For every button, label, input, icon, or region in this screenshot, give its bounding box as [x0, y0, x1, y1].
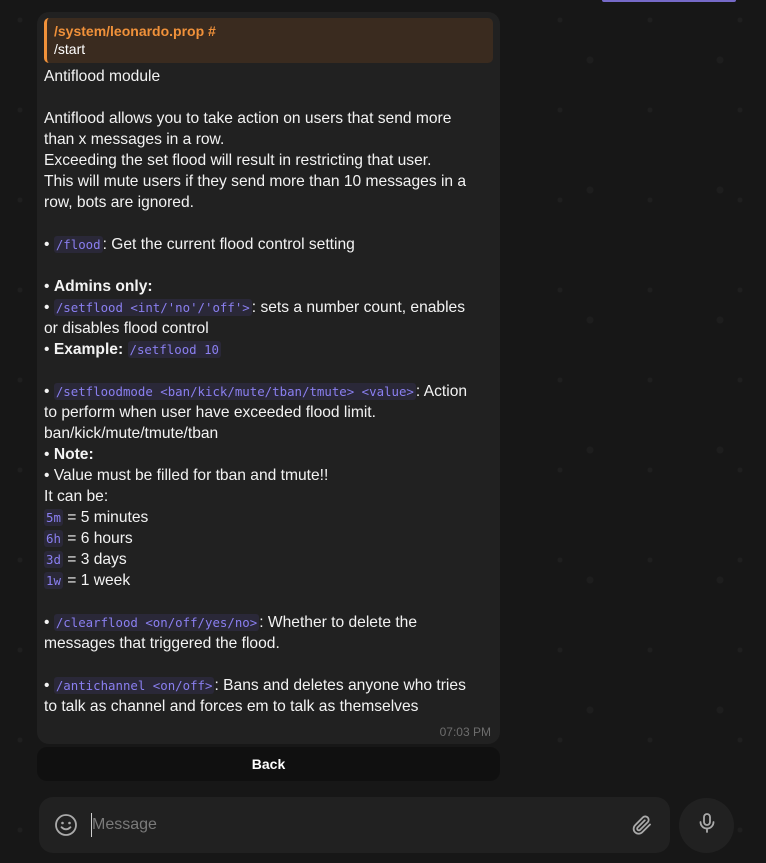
- intro-line: than x messages in a row.: [44, 131, 225, 148]
- duration-code[interactable]: 6h: [44, 530, 63, 547]
- duration-label: = 5 minutes: [67, 509, 149, 526]
- duration-code[interactable]: 5m: [44, 509, 63, 526]
- duration-label: = 3 days: [67, 551, 127, 568]
- setfloodmode-description: : Action: [415, 383, 468, 400]
- intro-line: row, bots are ignored.: [44, 194, 194, 211]
- bullet: •: [44, 299, 50, 316]
- note-text-item: • Value must be filled for tban and tmut…: [44, 465, 493, 486]
- paperclip-icon[interactable]: [630, 813, 654, 837]
- setflood-item: • /setflood <int/'no'/'off'>: sets a num…: [44, 297, 493, 318]
- message-title: Antiflood module: [44, 68, 161, 85]
- duration-label: = 1 week: [67, 572, 131, 589]
- duration-row: 5m = 5 minutes: [44, 507, 493, 528]
- message-time: 07:03 PM: [439, 725, 491, 739]
- reply-sender: /system/leonardo.prop #: [54, 23, 216, 39]
- note-label: Note:: [53, 446, 94, 463]
- duration-row: 3d = 3 days: [44, 549, 493, 570]
- bullet: •: [44, 278, 50, 295]
- setflood-description-cont: or disables flood control: [44, 320, 209, 337]
- duration-row: 6h = 6 hours: [44, 528, 493, 549]
- admins-only-label: Admins only:: [53, 278, 153, 295]
- flood-item: • /flood: Get the current flood control …: [44, 234, 493, 255]
- intro-line: This will mute users if they send more t…: [44, 173, 467, 190]
- setfloodmode-item: • /setfloodmode <ban/kick/mute/tban/tmut…: [44, 381, 493, 402]
- antichannel-item: • /antichannel <on/off>: Bans and delete…: [44, 675, 493, 696]
- back-button[interactable]: Back: [37, 747, 500, 781]
- bullet: •: [44, 341, 50, 358]
- bullet: •: [44, 614, 50, 631]
- setfloodmode-description-cont: to perform when user have exceeded flood…: [44, 404, 376, 421]
- message-text: Antiflood module Antiflood allows you to…: [44, 66, 493, 717]
- example-label: Example:: [53, 341, 124, 358]
- intro-line: Antiflood allows you to take action on u…: [44, 110, 452, 127]
- it-can-be: It can be:: [44, 488, 109, 505]
- duration-label: = 6 hours: [67, 530, 133, 547]
- bullet: •: [44, 446, 50, 463]
- message-input[interactable]: [91, 813, 612, 837]
- example-item: • Example: /setflood 10: [44, 339, 493, 360]
- bullet: •: [44, 467, 50, 484]
- setfloodmode-modes: ban/kick/mute/tmute/tban: [44, 425, 219, 442]
- note-text: Value must be filled for tban and tmute!…: [53, 467, 329, 484]
- clearflood-command[interactable]: /clearflood <on/off/yes/no>: [53, 614, 260, 631]
- microphone-button[interactable]: [679, 798, 734, 853]
- antichannel-description-cont: to talk as channel and forces em to talk…: [44, 698, 419, 715]
- intro-line: Exceeding the set flood will result in r…: [44, 152, 432, 169]
- duration-code[interactable]: 3d: [44, 551, 63, 568]
- antichannel-description: : Bans and deletes anyone who tries: [214, 677, 466, 694]
- antichannel-command[interactable]: /antichannel <on/off>: [53, 677, 215, 694]
- setflood-description: : sets a number count, enables: [251, 299, 466, 316]
- duration-code[interactable]: 1w: [44, 572, 63, 589]
- message-bubble: /system/leonardo.prop # /start Antiflood…: [37, 12, 500, 744]
- microphone-icon: [695, 811, 719, 840]
- setfloodmode-command[interactable]: /setfloodmode <ban/kick/mute/tban/tmute>…: [53, 383, 416, 400]
- clearflood-description: : Whether to delete the: [259, 614, 417, 631]
- bullet: •: [44, 383, 50, 400]
- admins-only-item: • Admins only:: [44, 276, 493, 297]
- setflood-command[interactable]: /setflood <int/'no'/'off'>: [53, 299, 252, 316]
- clearflood-item: • /clearflood <on/off/yes/no>: Whether t…: [44, 612, 493, 633]
- flood-description: : Get the current flood control setting: [102, 236, 355, 253]
- duration-row: 1w = 1 week: [44, 570, 493, 591]
- message-input-wrap: [91, 813, 612, 837]
- bullet: •: [44, 236, 50, 253]
- reply-quote[interactable]: /system/leonardo.prop # /start: [44, 18, 493, 63]
- smile-icon[interactable]: [54, 813, 78, 837]
- previous-message-edge: [602, 0, 736, 2]
- reply-text: /start: [54, 41, 86, 57]
- flood-command[interactable]: /flood: [53, 236, 103, 253]
- note-item: • Note:: [44, 444, 493, 465]
- message-composer: [39, 797, 670, 853]
- clearflood-description-cont: messages that triggered the flood.: [44, 635, 280, 652]
- bullet: •: [44, 677, 50, 694]
- example-command[interactable]: /setflood 10: [127, 341, 222, 358]
